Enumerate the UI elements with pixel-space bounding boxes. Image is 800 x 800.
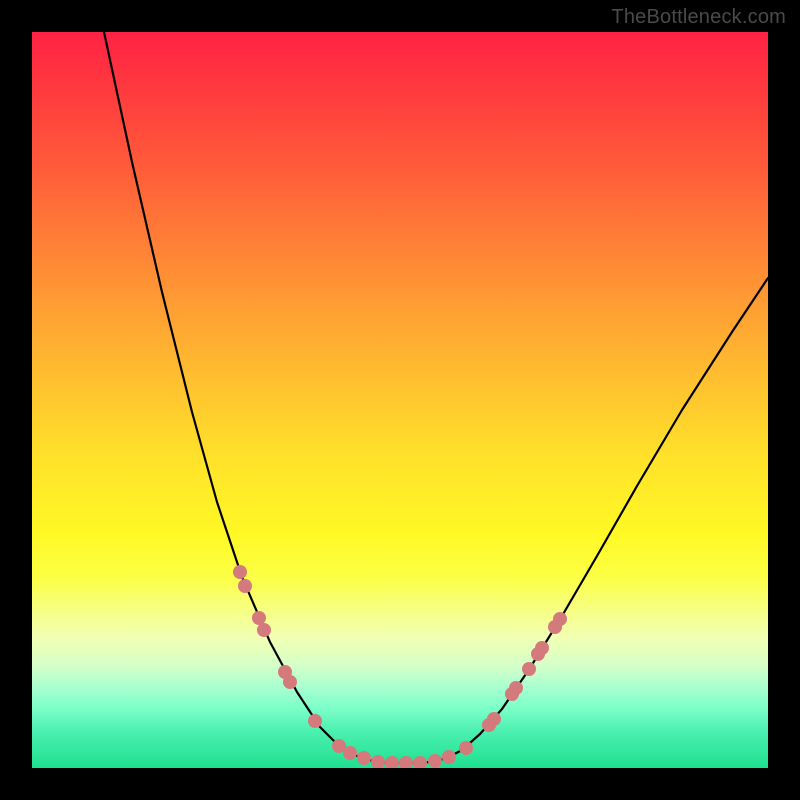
marker-dot [442, 750, 456, 764]
marker-dot [283, 675, 297, 689]
marker-dot [385, 756, 399, 768]
marker-dot [509, 681, 523, 695]
marker-dot [535, 641, 549, 655]
plot-area [32, 32, 768, 768]
chart-container: TheBottleneck.com [0, 0, 800, 800]
watermark-text: TheBottleneck.com [611, 6, 786, 29]
curve-markers [233, 565, 567, 768]
marker-dot [233, 565, 247, 579]
curve-lines [104, 32, 768, 763]
marker-dot [399, 756, 413, 768]
marker-dot [257, 623, 271, 637]
marker-dot [371, 755, 385, 768]
marker-dot [553, 612, 567, 626]
marker-dot [413, 756, 427, 768]
marker-dot [522, 662, 536, 676]
marker-dot [428, 754, 442, 768]
marker-dot [238, 579, 252, 593]
marker-dot [357, 751, 371, 765]
curve-left-descent [104, 32, 378, 762]
marker-dot [487, 712, 501, 726]
curve-overlay [32, 32, 768, 768]
marker-dot [343, 746, 357, 760]
marker-dot [308, 714, 322, 728]
marker-dot [252, 611, 266, 625]
marker-dot [459, 741, 473, 755]
curve-right-ascent [432, 278, 768, 762]
